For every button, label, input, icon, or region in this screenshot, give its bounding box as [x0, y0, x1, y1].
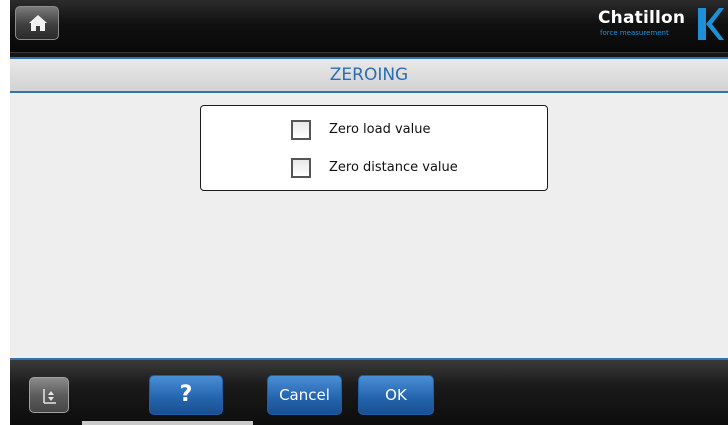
zero-load-checkbox[interactable] — [291, 120, 311, 140]
home-button[interactable] — [15, 6, 59, 40]
brand-name: Chatillon — [598, 8, 686, 28]
app-window: Chatillon force measurement ZEROING Zero… — [10, 0, 728, 425]
top-bar: Chatillon force measurement — [10, 0, 728, 53]
page-title: ZEROING — [329, 65, 409, 85]
title-band: ZEROING — [10, 57, 728, 93]
home-icon — [29, 15, 47, 31]
cancel-button[interactable]: Cancel — [267, 375, 342, 415]
zero-load-label: Zero load value — [329, 122, 431, 137]
zero-options-panel: Zero load value Zero distance value — [200, 105, 548, 191]
brand-mark-icon — [698, 8, 724, 40]
brand-logo: Chatillon force measurement — [595, 6, 725, 46]
scroll-updown-icon — [43, 389, 56, 404]
zero-distance-checkbox[interactable] — [291, 158, 311, 178]
scroll-button[interactable] — [29, 377, 69, 413]
content-area: Zero load value Zero distance value — [10, 93, 728, 360]
brand-tagline: force measurement — [600, 29, 669, 37]
zero-distance-label: Zero distance value — [329, 160, 458, 175]
bottom-bar: ? Cancel OK — [10, 360, 728, 425]
bottom-strip — [82, 421, 253, 425]
ok-button[interactable]: OK — [358, 375, 434, 415]
help-button[interactable]: ? — [149, 375, 223, 415]
